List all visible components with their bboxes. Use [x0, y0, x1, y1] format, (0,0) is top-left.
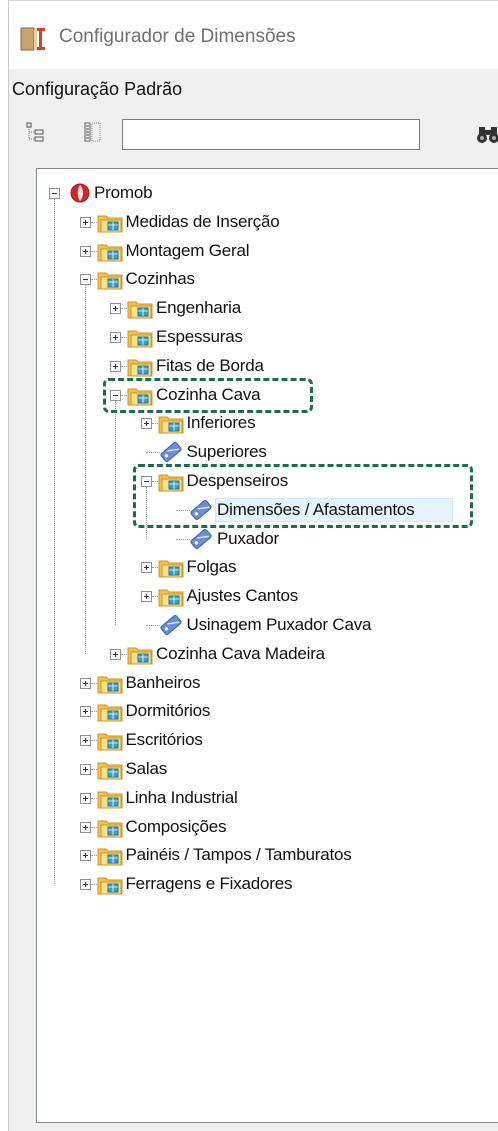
expand-icon[interactable] — [110, 648, 121, 660]
folder-icon — [127, 330, 153, 348]
ruler-book-icon — [20, 27, 45, 51]
expand-icon[interactable] — [110, 360, 121, 372]
tree-node[interactable]: Composições — [37, 813, 497, 841]
folder-icon — [158, 589, 183, 607]
tree-structure-icon[interactable] — [25, 121, 47, 143]
folder-icon — [127, 359, 153, 377]
expand-icon[interactable] — [79, 245, 91, 257]
expand-icon[interactable] — [110, 332, 121, 343]
folder-icon — [127, 301, 153, 319]
configuration-bar: Configuração Padrão — [9, 69, 498, 109]
tree-node[interactable]: Espessuras — [37, 323, 497, 351]
folder-icon — [97, 704, 122, 722]
tree-node[interactable]: Inferiores — [37, 409, 497, 437]
tree-node-label: Engenharia — [156, 298, 241, 318]
expand-icon[interactable] — [79, 792, 91, 804]
tag-icon — [159, 442, 182, 463]
annotation-box — [103, 377, 313, 413]
expand-icon[interactable] — [79, 216, 91, 228]
expand-icon[interactable] — [79, 850, 91, 862]
tree-node-label: Puxador — [217, 528, 279, 548]
tree-node[interactable]: Medidas de Inserção — [37, 208, 497, 236]
tree-node[interactable]: Puxador — [37, 525, 497, 553]
tree-node-label: Cozinha Cava Madeira — [156, 643, 325, 663]
list-view-icon[interactable] — [82, 121, 104, 143]
tree-node-label: Usinagem Puxador Cava — [186, 615, 372, 634]
tag-icon — [190, 528, 212, 549]
folder-icon — [97, 791, 122, 809]
folder-icon — [127, 647, 153, 665]
tree-node[interactable]: Cozinhas — [37, 265, 497, 293]
tree-node[interactable]: Banheiros — [37, 669, 497, 697]
window-title: Configurador de Dimensões — [59, 26, 296, 47]
folder-icon — [158, 560, 183, 578]
expand-icon[interactable] — [79, 821, 91, 833]
expand-icon[interactable] — [140, 562, 152, 574]
collapse-icon[interactable] — [79, 274, 91, 286]
folder-icon — [97, 676, 122, 694]
expand-icon[interactable] — [140, 591, 152, 603]
folder-icon — [158, 416, 183, 434]
expand-icon[interactable] — [140, 418, 152, 430]
folder-icon — [97, 877, 122, 895]
folder-icon — [97, 733, 122, 751]
expander-minus[interactable] — [49, 188, 60, 199]
annotation-box — [132, 464, 473, 528]
tree-node-label: Fitas de Borda — [156, 355, 264, 375]
tree-node[interactable]: Escritórios — [37, 726, 497, 754]
tree-node[interactable]: Montagem Geral — [37, 237, 497, 265]
tree-root-label: Promob — [94, 183, 153, 202]
tree-node[interactable]: Engenharia — [37, 294, 497, 322]
dimension-tree[interactable]: Promob Medidas de Inserção Montagem Geral C… — [36, 168, 498, 1123]
tree-node[interactable]: Dormitórios — [37, 697, 497, 725]
tree-node-label: Escritórios — [125, 730, 203, 750]
tree-node-label: Linha Industrial — [125, 787, 238, 807]
expand-icon[interactable] — [79, 706, 91, 718]
tree-node[interactable]: Folgas — [37, 553, 497, 581]
tree-node-label: Folgas — [186, 557, 237, 577]
tree-node[interactable]: Ferragens e Fixadores — [37, 870, 497, 898]
tree-node-label: Composições — [125, 816, 227, 836]
tree-node[interactable]: Cozinha Cava Madeira — [37, 640, 497, 668]
expand-icon[interactable] — [110, 303, 121, 315]
tree-node-label: Cozinhas — [125, 269, 195, 289]
tree-node-label: Salas — [125, 759, 168, 778]
tree-node-label: Espessuras — [156, 327, 243, 346]
tree-node[interactable]: Fitas de Borda — [37, 352, 497, 380]
tree-node-label: Ferragens e Fixadores — [125, 874, 293, 894]
expand-icon[interactable] — [79, 879, 91, 891]
tree-node-label: Dormitórios — [125, 701, 211, 721]
title-bar: Configurador de Dimensões — [9, 1, 498, 69]
expand-icon[interactable] — [79, 677, 91, 689]
tree-node-label: Inferiores — [186, 413, 256, 433]
tree-node-label: Ajustes Cantos — [186, 586, 299, 606]
tree-node-label: Painéis / Tampos / Tamburatos — [125, 845, 352, 865]
folder-icon — [97, 762, 122, 780]
tree-node-label: Montagem Geral — [125, 240, 250, 260]
tag-icon — [159, 615, 182, 635]
tree-node[interactable]: Usinagem Puxador Cava — [37, 611, 497, 639]
dimension-configurator-window: Configurador de Dimensões Configuração P… — [8, 0, 498, 1131]
tree-node[interactable]: Ajustes Cantos — [37, 582, 497, 610]
folder-icon — [97, 272, 122, 290]
tree-node-label: Medidas de Inserção — [125, 211, 280, 231]
promob-logo-icon — [70, 183, 90, 203]
folder-icon — [97, 244, 122, 262]
configuration-label[interactable]: Configuração Padrão — [12, 79, 182, 100]
folder-icon — [97, 848, 122, 866]
tree-node-label: Banheiros — [125, 672, 201, 692]
expand-icon[interactable] — [79, 764, 91, 775]
tree-node-label: Superiores — [186, 442, 267, 462]
search-input[interactable] — [122, 119, 420, 150]
tree-node[interactable]: Linha Industrial — [37, 784, 497, 812]
expand-icon[interactable] — [79, 735, 91, 747]
tree-node[interactable]: Salas — [37, 755, 497, 783]
folder-icon — [97, 820, 122, 838]
tree-node[interactable]: Superiores — [37, 438, 497, 466]
binoculars-icon[interactable] — [476, 124, 498, 146]
tree-node[interactable]: Painéis / Tampos / Tamburatos — [37, 841, 497, 869]
folder-icon — [97, 215, 122, 233]
